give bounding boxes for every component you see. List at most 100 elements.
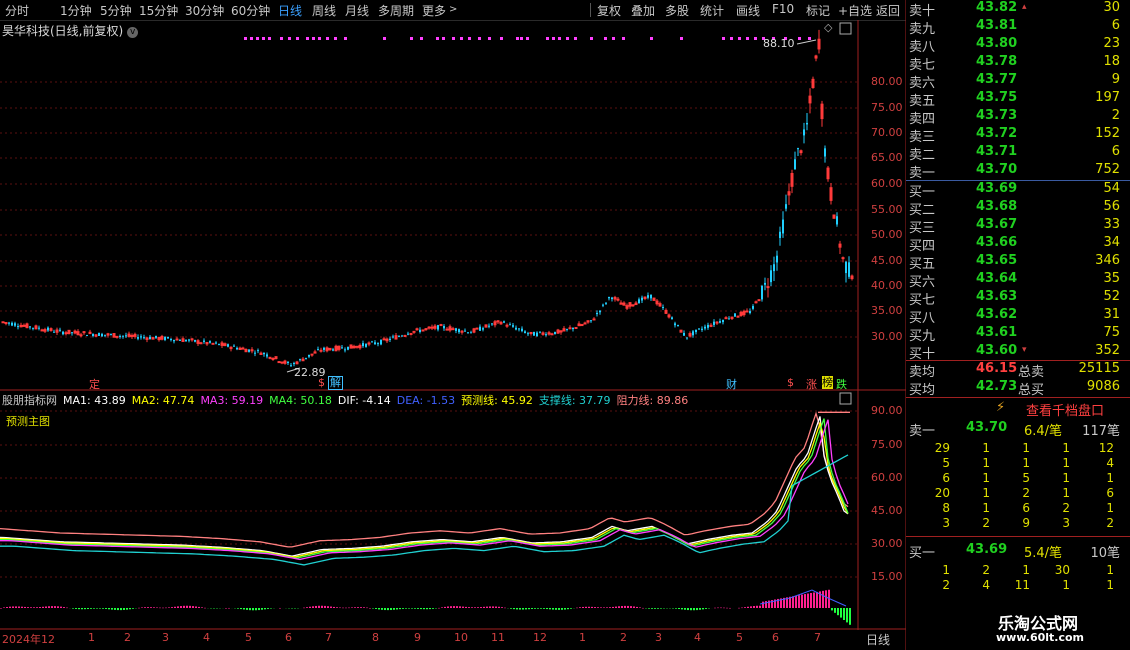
candle-body (125, 335, 127, 337)
macd-bar (225, 607, 227, 609)
candle-body (101, 333, 103, 337)
price-axis-label: 65.00 (871, 151, 903, 164)
marker-ding[interactable]: 定 (89, 376, 100, 392)
period-label[interactable]: 日线 (866, 631, 890, 648)
macd-bar (450, 606, 452, 608)
sell-queue-row: 32932 (942, 516, 1114, 530)
macd-bar (345, 607, 347, 609)
price-axis-label: 80.00 (871, 75, 903, 88)
candle-body (293, 362, 295, 364)
indicator-axis-label: 15.00 (871, 570, 903, 583)
marker-cai[interactable]: 财 (726, 376, 737, 392)
watermark: 乐淘公式网 www.60lt.com (986, 606, 1130, 650)
sell-queue-row: 29 1 1 1 12 (934, 441, 1114, 455)
date-axis-label: 9 (414, 631, 421, 644)
signal-dot (344, 37, 347, 40)
macd-bar (633, 606, 635, 608)
macd-bar (447, 606, 449, 608)
macd-bar (462, 606, 464, 608)
view-depth-button[interactable]: ⚡ 查看千档盘口 (906, 399, 1130, 419)
candle-body (749, 311, 751, 314)
macd-bar (813, 592, 815, 608)
signal-dot (326, 37, 329, 40)
candle-body (362, 343, 364, 347)
candle-body (592, 318, 596, 321)
macd-bar (45, 606, 47, 608)
macd-bar (84, 608, 86, 610)
candle-body (638, 299, 640, 304)
macd-bar (159, 607, 161, 609)
candle-body (170, 338, 172, 341)
marker-die[interactable]: 跌 (836, 376, 847, 392)
candle-body (382, 338, 386, 341)
macd-bar (186, 605, 188, 608)
candle-body (215, 342, 217, 344)
marker-dollar-2[interactable]: $ (787, 376, 794, 389)
candle-body (713, 321, 715, 325)
candle-body (380, 340, 382, 345)
candle-body (203, 340, 205, 342)
macd-bar (822, 590, 824, 608)
candle-body (22, 324, 26, 327)
marker-bang[interactable]: 榜 (822, 376, 833, 389)
macd-bar (30, 607, 32, 608)
macd-bar (516, 608, 518, 610)
candle-body (409, 332, 413, 335)
macd-bar (567, 608, 569, 610)
signal-dot (250, 37, 253, 40)
candle-body (467, 332, 469, 334)
macd-bar (249, 608, 251, 611)
candle-body (724, 317, 728, 320)
macd-bar (414, 608, 416, 609)
candle-body (451, 328, 455, 331)
candle-body (317, 349, 319, 351)
candle-body (677, 324, 679, 326)
macd-bar (756, 605, 758, 608)
date-axis-label: 5 (245, 631, 252, 644)
macd-bar (237, 608, 239, 609)
macd-bar (243, 608, 245, 610)
candle-body (332, 349, 334, 351)
marker-dollar-1[interactable]: $ (318, 376, 325, 389)
marker-zhang[interactable]: 涨 (806, 376, 817, 392)
date-axis-label: 2024年12 (2, 633, 55, 646)
candle-body (455, 328, 457, 331)
signal-dot (256, 37, 259, 40)
kline-chart-area[interactable]: ◇ (0, 0, 906, 650)
candle-body (227, 344, 229, 347)
macd-bar (153, 607, 155, 608)
marker-jie[interactable]: 解 (328, 376, 343, 390)
indicator-maximize-icon[interactable] (839, 392, 852, 405)
macd-bar (63, 607, 65, 608)
candle-body (550, 333, 554, 336)
chevron-down-icon[interactable]: v (127, 27, 139, 38)
date-axis-label: 7 (325, 631, 332, 644)
macd-bar (261, 608, 263, 610)
date-axis-label: 12 (533, 631, 547, 644)
macd-bar (174, 606, 176, 608)
macd-bar (537, 608, 539, 609)
macd-bar (459, 606, 461, 608)
stock-title[interactable]: 昊华科技(日线,前复权) v (2, 22, 139, 39)
candle-body (110, 334, 112, 336)
signal-dot (420, 37, 423, 40)
candle-body (536, 332, 538, 337)
macd-bar (423, 608, 425, 610)
macd-bar (267, 608, 269, 609)
indicator-axis-label: 75.00 (871, 438, 903, 451)
buy-summary-row: 买均 42.73 总买 9086 (909, 379, 1120, 398)
candle-body (686, 337, 688, 339)
macd-bar (147, 607, 149, 608)
candle-body (797, 148, 799, 150)
diamond-icon[interactable]: ◇ (824, 21, 833, 34)
candle-body (271, 358, 275, 361)
candle-body (662, 307, 664, 309)
candle-body (64, 332, 68, 335)
candle-body (512, 325, 514, 327)
indicator-name[interactable]: 股朋指标网 (2, 394, 57, 407)
maximize-icon[interactable] (839, 22, 852, 35)
candle-body (757, 299, 761, 302)
candle-body (164, 337, 166, 341)
macd-bar (405, 608, 407, 609)
macd-bar (327, 606, 329, 608)
